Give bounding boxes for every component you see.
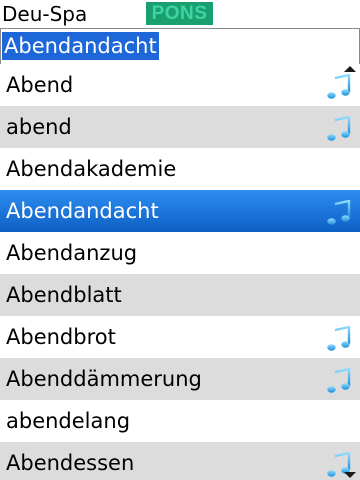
word-list[interactable]: Abend abend Abendakademie Abendandacht Abend… [0,64,360,480]
list-item-label: Abendessen [6,451,135,475]
list-item-label: Abendakademie [6,157,177,181]
list-item-label: Abendblatt [6,283,122,307]
scroll-down-arrow-icon[interactable] [344,472,356,478]
list-item[interactable]: abend [0,106,360,148]
search-input-text[interactable]: Abendandacht [2,32,159,60]
app-header: Deu-Spa PONS [0,0,360,28]
music-note-icon[interactable] [326,198,352,225]
list-item-label: Abendbrot [6,325,116,349]
list-item-label: Abendandacht [6,199,159,223]
scroll-up-arrow-icon[interactable] [344,66,356,72]
list-item[interactable]: Abendbrot [0,316,360,358]
pons-logo: PONS [146,2,213,25]
list-item[interactable]: abendelang [0,400,360,442]
list-item-label: abend [6,115,72,139]
music-note-icon[interactable] [326,114,352,141]
list-item-label: abendelang [6,409,131,433]
list-item[interactable]: Abendanzug [0,232,360,274]
music-note-icon[interactable] [326,72,352,99]
list-item[interactable]: Abendessen [0,442,360,480]
list-item-label: Abenddämmerung [6,367,202,391]
list-item-label: Abendanzug [6,241,138,265]
music-note-icon[interactable] [326,324,352,351]
list-item[interactable]: Abendakademie [0,148,360,190]
search-field[interactable]: Abendandacht [0,28,360,66]
list-item[interactable]: Abend [0,64,360,106]
language-pair-label[interactable]: Deu-Spa [2,3,87,25]
list-item[interactable]: Abendandacht [0,190,360,232]
list-item-label: Abend [6,73,74,97]
list-item[interactable]: Abendblatt [0,274,360,316]
music-note-icon[interactable] [326,366,352,393]
list-item[interactable]: Abenddämmerung [0,358,360,400]
